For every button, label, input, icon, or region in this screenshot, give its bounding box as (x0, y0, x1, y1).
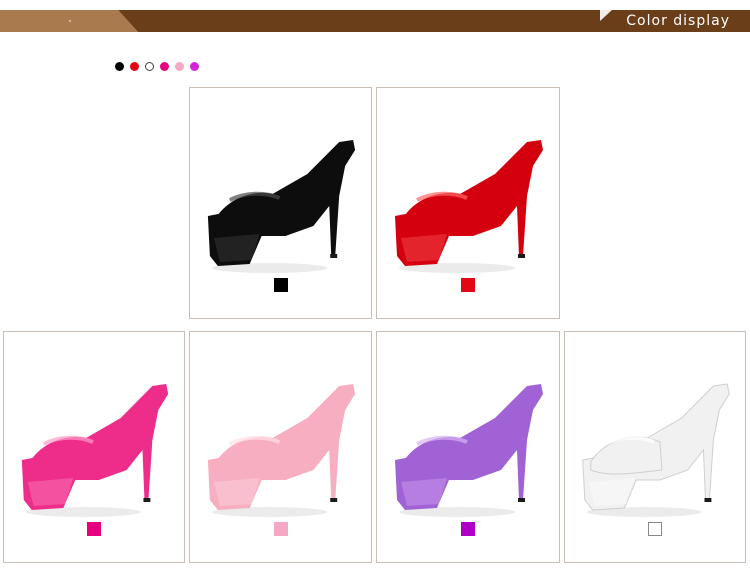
color-dot-rose[interactable] (160, 62, 169, 71)
product-card-purple[interactable] (376, 331, 560, 563)
banner-title: Color display (626, 13, 730, 29)
header-banner: Color display (0, 10, 750, 32)
product-card-black[interactable] (189, 87, 372, 319)
product-card-white[interactable] (564, 331, 746, 563)
color-dot-pink[interactable] (175, 62, 184, 71)
swatch-pink[interactable] (274, 522, 288, 536)
swatch-purple[interactable] (461, 522, 475, 536)
swatch-red[interactable] (461, 278, 475, 292)
product-card-rose[interactable] (3, 331, 185, 563)
swatch-white[interactable] (648, 522, 662, 536)
swatch-black[interactable] (274, 278, 288, 292)
swatch-rose[interactable] (87, 522, 101, 536)
color-dot-black[interactable] (115, 62, 124, 71)
color-dot-white[interactable] (145, 62, 154, 71)
product-card-red[interactable] (376, 87, 560, 319)
color-dot-purple[interactable] (190, 62, 199, 71)
product-card-pink[interactable] (189, 331, 372, 563)
color-dot-row (115, 62, 199, 72)
color-dot-red[interactable] (130, 62, 139, 71)
